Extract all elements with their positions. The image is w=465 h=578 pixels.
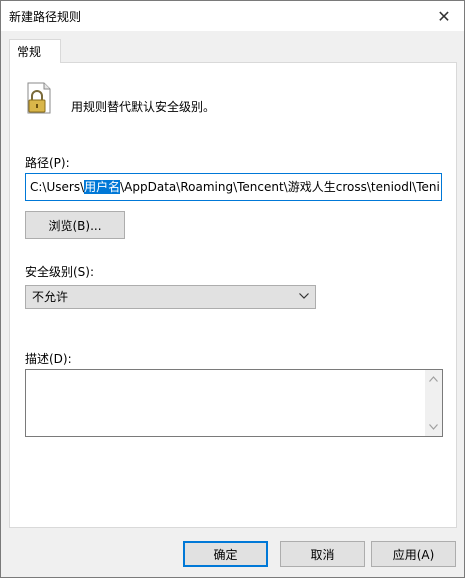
description-textarea[interactable] bbox=[25, 369, 443, 437]
tab-strip: 常规 bbox=[9, 39, 457, 63]
tab-general[interactable]: 常规 bbox=[9, 39, 61, 63]
path-input[interactable]: C:\Users\用户名\AppData\Roaming\Tencent\游戏人… bbox=[25, 173, 442, 201]
path-value-prefix: C:\Users\ bbox=[30, 180, 85, 194]
path-value-selected: 用户名 bbox=[84, 180, 121, 194]
security-level-select[interactable]: 不允许 bbox=[25, 285, 316, 309]
general-tab-panel: 用规则替代默认安全级别。 路径(P): C:\Users\用户名\AppData… bbox=[9, 62, 457, 528]
security-level-value: 不允许 bbox=[32, 290, 69, 304]
cancel-button[interactable]: 取消 bbox=[280, 541, 365, 567]
browse-button[interactable]: 浏览(B)... bbox=[25, 211, 125, 239]
close-icon[interactable]: ✕ bbox=[424, 1, 464, 31]
window-title: 新建路径规则 bbox=[9, 10, 82, 24]
security-level-label: 安全级别(S): bbox=[25, 265, 95, 279]
lock-document-icon bbox=[27, 82, 51, 114]
title-bar: 新建路径规则 ✕ bbox=[1, 1, 464, 31]
chevron-down-icon bbox=[299, 293, 309, 299]
path-value-suffix: \AppData\Roaming\Tencent\游戏人生cross\tenio… bbox=[120, 180, 440, 194]
description-label: 描述(D): bbox=[25, 352, 72, 366]
apply-button[interactable]: 应用(A) bbox=[371, 541, 456, 567]
dialog-window: 新建路径规则 ✕ 常规 用规则替代默认安全级别。 路径(P): C:\Users… bbox=[0, 0, 465, 578]
ok-button[interactable]: 确定 bbox=[183, 541, 268, 567]
rule-description-text: 用规则替代默认安全级别。 bbox=[71, 100, 216, 114]
path-label: 路径(P): bbox=[25, 156, 70, 170]
